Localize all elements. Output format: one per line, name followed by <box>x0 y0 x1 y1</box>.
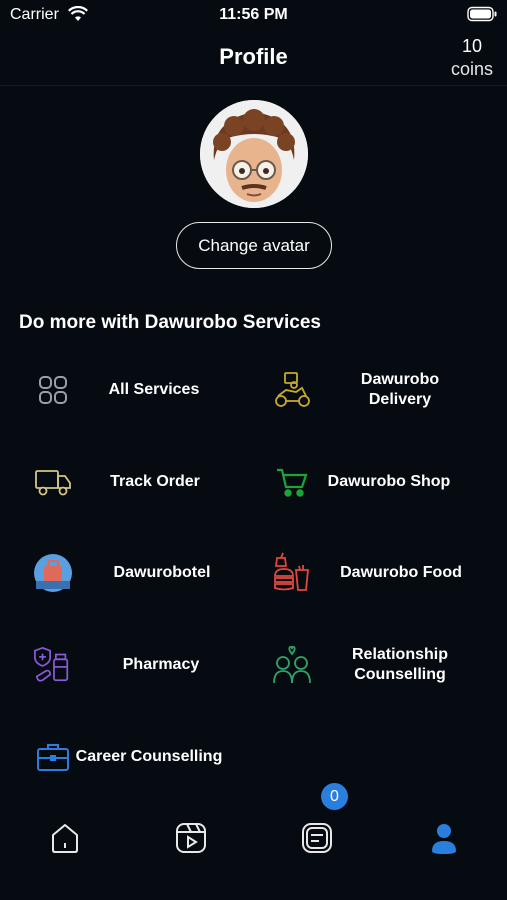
grid-icon <box>33 370 73 410</box>
service-dawurobo-delivery[interactable]: Dawurobo Delivery <box>272 360 472 420</box>
service-track-order[interactable]: Track Order <box>33 452 233 512</box>
tab-chat[interactable] <box>297 820 337 860</box>
avatar <box>200 100 308 208</box>
food-icon <box>272 552 312 593</box>
chat-icon <box>301 822 333 859</box>
briefcase-icon <box>33 737 73 777</box>
status-bar: Carrier 11:56 PM <box>0 0 507 30</box>
truck-icon <box>33 462 73 502</box>
couple-icon <box>272 645 312 685</box>
coins-unit: coins <box>450 59 493 79</box>
service-label: Track Order <box>110 473 200 490</box>
home-icon <box>50 822 80 859</box>
service-relationship-counselling[interactable]: Relationship Counselling <box>272 635 472 695</box>
service-label: Pharmacy <box>122 656 200 673</box>
tab-home[interactable] <box>45 820 85 860</box>
hotel-suitcase-icon <box>33 553 73 593</box>
service-pharmacy[interactable]: Pharmacy <box>33 635 233 695</box>
service-label: Dawurobotel <box>113 564 211 581</box>
tab-videos[interactable] <box>171 820 211 860</box>
service-career-counselling[interactable]: Career Counselling <box>33 727 253 787</box>
clock: 11:56 PM <box>219 6 288 23</box>
service-label: All Services <box>108 381 200 398</box>
service-label: Career Counselling <box>75 748 223 765</box>
service-label: Dawurobo Shop <box>327 473 451 490</box>
service-label: Relationship Counselling <box>351 646 448 683</box>
delivery-scooter-icon <box>272 370 312 410</box>
service-label: Dawurobo Food <box>340 564 462 581</box>
coins-count: 10 <box>461 36 482 56</box>
service-all-services[interactable]: All Services <box>33 360 233 420</box>
service-dawurobotel[interactable]: Dawurobotel <box>33 543 233 603</box>
service-dawurobo-food[interactable]: Dawurobo Food <box>272 543 472 603</box>
video-icon <box>175 822 207 859</box>
tab-profile[interactable] <box>424 820 464 860</box>
service-label: Dawurobo Delivery <box>360 371 440 408</box>
cart-icon <box>272 462 312 502</box>
navigation-header: Profile 10 coins <box>0 30 507 86</box>
page-title: Profile <box>219 44 288 69</box>
profile-icon <box>431 822 457 859</box>
battery-icon <box>467 6 497 27</box>
chat-badge: 0 <box>321 783 348 810</box>
services-section-title: Do more with Dawurobo Services <box>19 312 321 333</box>
pharmacy-icon <box>33 645 73 685</box>
service-dawurobo-shop[interactable]: Dawurobo Shop <box>272 452 472 512</box>
coins-counter[interactable]: 10 coins <box>451 35 493 81</box>
change-avatar-button[interactable]: Change avatar <box>176 222 332 269</box>
